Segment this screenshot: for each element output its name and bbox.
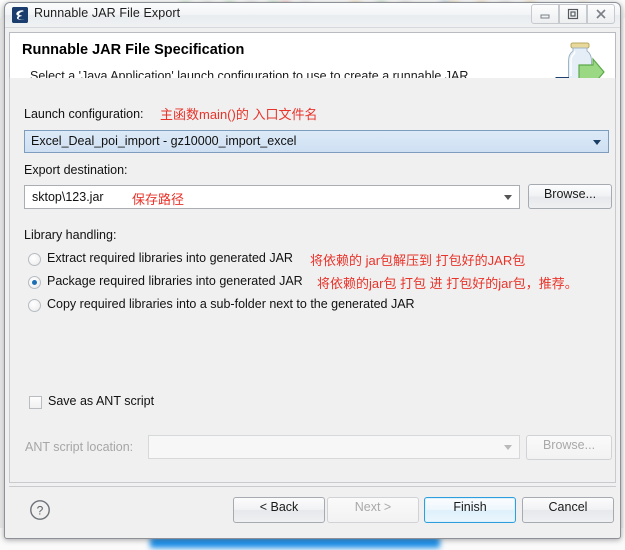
dialog-footer: ? < Back Next > Finish Cancel xyxy=(9,486,616,535)
radio-extract-libraries-label: Extract required libraries into generate… xyxy=(47,251,293,265)
library-handling-label: Library handling: xyxy=(24,228,117,242)
radio-button-extract-icon[interactable] xyxy=(28,253,41,266)
ant-script-location-label: ANT script location: xyxy=(25,440,134,454)
next-button: Next > xyxy=(327,497,419,523)
radio-button-copy-icon[interactable] xyxy=(28,299,41,312)
finish-button[interactable]: Finish xyxy=(424,497,516,523)
radio-button-package-icon[interactable] xyxy=(28,276,41,289)
eclipse-jar-icon xyxy=(12,7,28,23)
minimize-icon[interactable] xyxy=(531,4,559,24)
help-icon[interactable]: ? xyxy=(29,499,51,521)
browse-ant-script-button: Browse... xyxy=(526,435,612,460)
browse-destination-button[interactable]: Browse... xyxy=(528,184,612,209)
launch-configuration-label: Launch configuration: xyxy=(24,107,144,121)
launch-configuration-value: Excel_Deal_poi_import - gz10000_import_e… xyxy=(31,134,297,148)
wizard-body: Launch configuration: 主函数main()的 入口文件名 E… xyxy=(9,78,616,483)
save-as-ant-label: Save as ANT script xyxy=(48,394,155,408)
back-button[interactable]: < Back xyxy=(233,497,325,523)
cancel-button[interactable]: Cancel xyxy=(522,497,614,523)
ant-script-location-combo xyxy=(148,435,520,459)
close-icon[interactable] xyxy=(587,4,615,24)
page-title: Runnable JAR File Specification xyxy=(22,42,245,58)
export-destination-annotation: 保存路径 xyxy=(132,192,185,207)
radio-package-annotation: 将依赖的jar包 打包 进 打包好的jar包，推荐。 xyxy=(317,276,578,291)
chevron-down-icon xyxy=(504,445,512,450)
runnable-jar-export-dialog: Runnable JAR File Export Runnable JAR Fi… xyxy=(4,2,621,539)
radio-extract-annotation: 将依赖的 jar包解压到 打包好的JAR包 xyxy=(310,253,526,268)
launch-configuration-annotation: 主函数main()的 入口文件名 xyxy=(160,107,318,122)
radio-copy-libraries-label: Copy required libraries into a sub-folde… xyxy=(47,297,415,311)
radio-package-libraries-label: Package required libraries into generate… xyxy=(47,274,303,288)
svg-text:?: ? xyxy=(37,504,44,518)
export-destination-combo[interactable]: sktop\123.jar xyxy=(24,185,520,209)
chevron-down-icon xyxy=(593,140,601,145)
export-destination-label: Export destination: xyxy=(24,163,128,177)
save-as-ant-checkbox[interactable] xyxy=(29,396,42,409)
chevron-down-icon xyxy=(504,195,512,200)
launch-configuration-combo[interactable]: Excel_Deal_poi_import - gz10000_import_e… xyxy=(24,130,609,153)
window-title: Runnable JAR File Export xyxy=(34,6,181,20)
restore-icon[interactable] xyxy=(559,4,587,24)
title-bar: Runnable JAR File Export xyxy=(5,3,620,28)
export-destination-value: sktop\123.jar xyxy=(32,190,104,204)
